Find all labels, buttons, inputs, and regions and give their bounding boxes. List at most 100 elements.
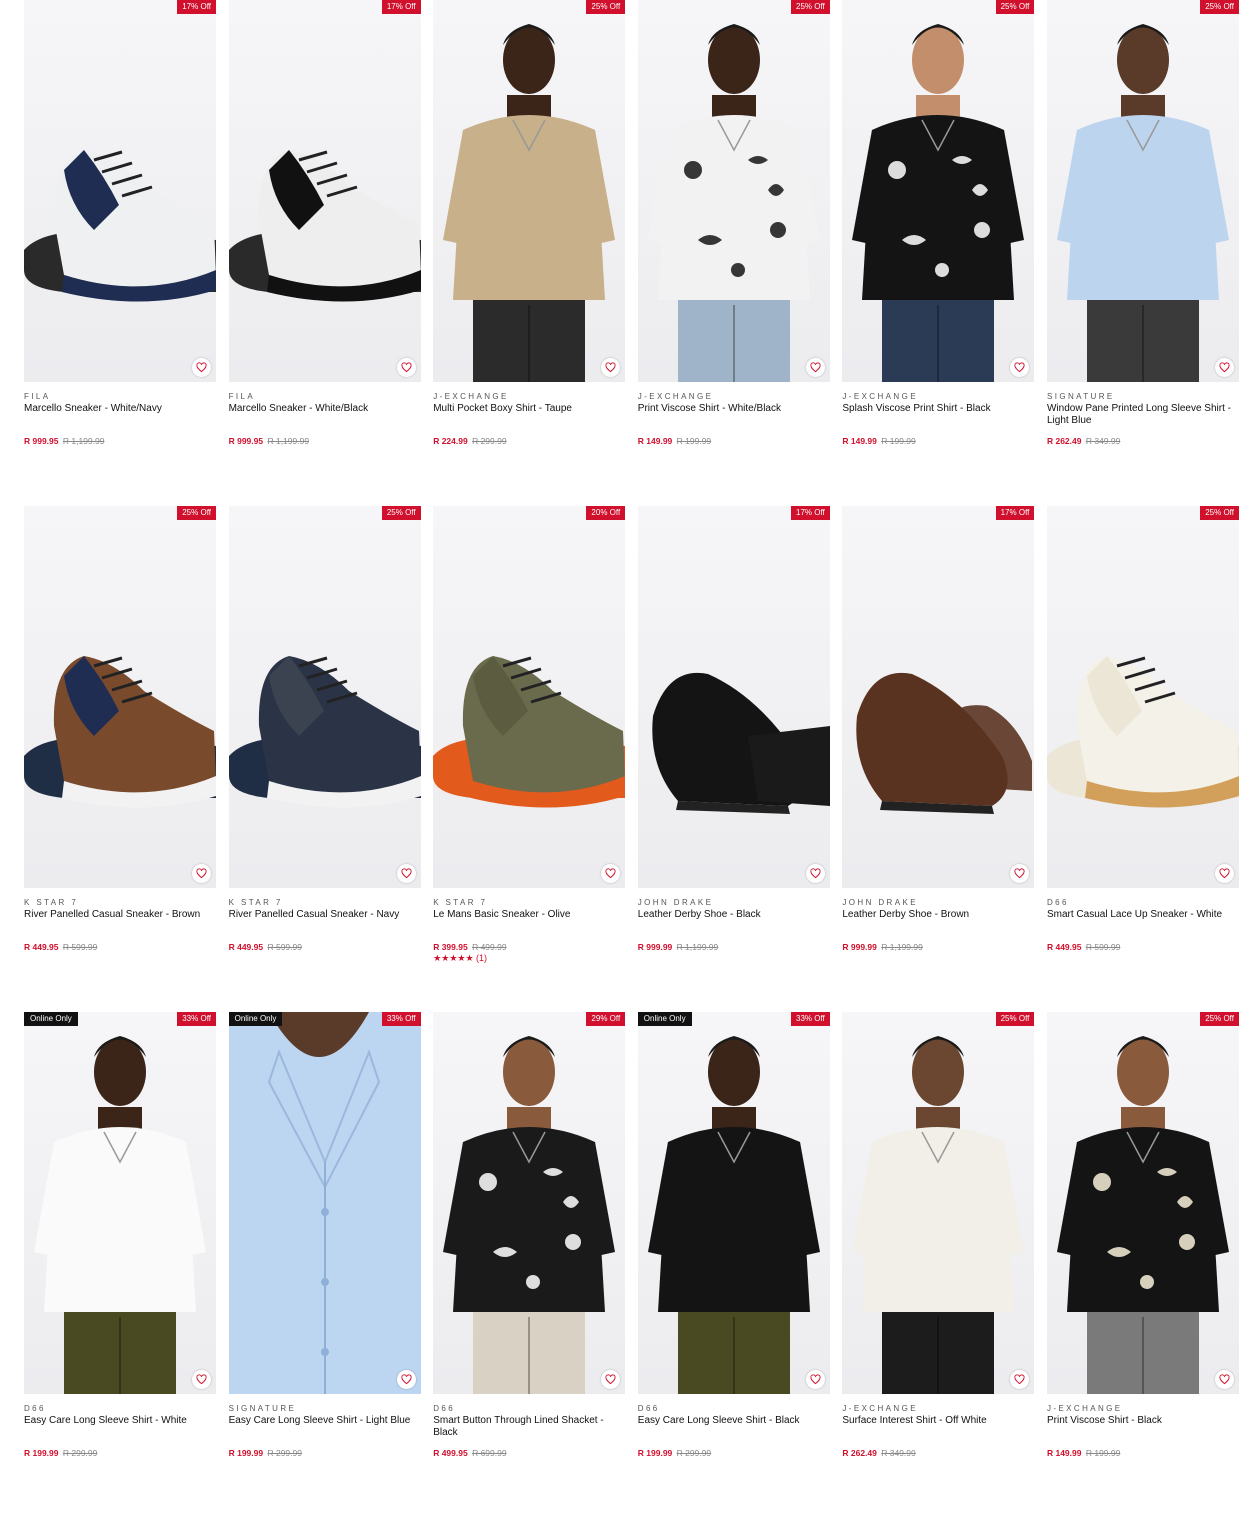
product-name[interactable]: Le Mans Basic Sneaker - Olive <box>433 909 625 933</box>
product-brand: D66 <box>433 1404 456 1413</box>
discount-badge: 17% Off <box>381 0 421 14</box>
discount-badge: 29% Off <box>586 1012 626 1026</box>
product-name[interactable]: Leather Derby Shoe - Brown <box>842 909 1034 933</box>
discount-badge: 25% Off <box>995 1012 1035 1026</box>
wishlist-heart-icon[interactable] <box>396 864 416 883</box>
rating[interactable]: ★★★★★ (1) <box>433 953 625 963</box>
product-name[interactable]: Multi Pocket Boxy Shirt - Taupe <box>433 403 625 427</box>
product-card[interactable]: 25% Off SIGNATURE Window Pane Printed Lo… <box>1046 0 1239 506</box>
product-brand: J-EXCHANGE <box>842 392 918 401</box>
wishlist-heart-icon[interactable] <box>1214 864 1234 883</box>
product-card[interactable]: 25% Off D66 Smart Casual Lace Up Sneaker… <box>1046 506 1239 1012</box>
product-name[interactable]: Surface Interest Shirt - Off White <box>842 1415 1034 1439</box>
product-name[interactable]: River Panelled Casual Sneaker - Navy <box>229 909 421 933</box>
product-card[interactable]: 25% Off K STAR 7 River Panelled Casual S… <box>24 506 216 1012</box>
product-name[interactable]: Marcello Sneaker - White/Navy <box>24 403 216 427</box>
product-card[interactable]: 25% Off K STAR 7 River Panelled Casual S… <box>228 506 421 1012</box>
product-image[interactable]: 25% Off <box>842 1012 1035 1394</box>
price-block: R 149.99 R 199.99 <box>842 436 1034 446</box>
price-block: R 224.99 R 299.99 <box>433 436 625 446</box>
wishlist-heart-icon[interactable] <box>1214 358 1234 377</box>
product-image[interactable]: 29% Off <box>433 1012 626 1394</box>
original-price: R 599.99 <box>62 942 98 952</box>
price-block: R 999.95 R 1,199.99 <box>229 436 421 446</box>
product-card[interactable]: 25% Off J-EXCHANGE Splash Viscose Print … <box>842 0 1035 506</box>
price-block: R 399.95 R 499.99 <box>433 942 625 952</box>
wishlist-heart-icon[interactable] <box>805 864 825 883</box>
product-image[interactable]: 25% Off <box>1046 1012 1239 1394</box>
product-brand: K STAR 7 <box>24 898 79 907</box>
product-card[interactable]: 25% Off J-EXCHANGE Surface Interest Shir… <box>842 1012 1035 1518</box>
product-image[interactable]: Online Only 33% Off <box>228 1012 421 1394</box>
product-image[interactable]: 25% Off <box>24 506 216 888</box>
product-image[interactable]: 17% Off <box>637 506 830 888</box>
discount-badge: 25% Off <box>1200 506 1239 520</box>
product-card[interactable]: 17% Off JOHN DRAKE Leather Derby Shoe - … <box>637 506 830 1012</box>
sale-price: R 262.49 <box>1046 436 1082 446</box>
product-image[interactable]: 25% Off <box>1046 0 1239 382</box>
product-card[interactable]: 25% Off J-EXCHANGE Print Viscose Shirt -… <box>637 0 830 506</box>
wishlist-heart-icon[interactable] <box>805 1370 825 1389</box>
product-name[interactable]: Easy Care Long Sleeve Shirt - Black <box>638 1415 830 1439</box>
price-block: R 199.99 R 299.99 <box>24 1448 216 1458</box>
product-name[interactable]: Easy Care Long Sleeve Shirt - White <box>24 1415 216 1439</box>
product-card[interactable]: 17% Off FILA Marcello Sneaker - White/Bl… <box>228 0 421 506</box>
product-card[interactable]: 29% Off D66 Smart Button Through Lined S… <box>433 1012 626 1518</box>
product-name[interactable]: Print Viscose Shirt - Black <box>1047 1415 1239 1439</box>
product-name[interactable]: River Panelled Casual Sneaker - Brown <box>24 909 216 933</box>
online-only-badge: Online Only <box>637 1012 692 1026</box>
product-image[interactable]: 17% Off <box>842 506 1035 888</box>
product-name[interactable]: Smart Casual Lace Up Sneaker - White <box>1047 909 1239 933</box>
product-image[interactable]: 20% Off <box>433 506 626 888</box>
product-image[interactable]: 25% Off <box>637 0 830 382</box>
wishlist-heart-icon[interactable] <box>396 358 416 377</box>
discount-badge: 17% Off <box>995 506 1035 520</box>
product-card[interactable]: 25% Off J-EXCHANGE Print Viscose Shirt -… <box>1046 1012 1239 1518</box>
wishlist-heart-icon[interactable] <box>192 1370 211 1389</box>
product-image[interactable]: 25% Off <box>842 0 1035 382</box>
price-block: R 449.95 R 599.99 <box>229 942 421 952</box>
product-name[interactable]: Easy Care Long Sleeve Shirt - Light Blue <box>229 1415 421 1439</box>
product-name[interactable]: Smart Button Through Lined Shacket - Bla… <box>433 1415 625 1439</box>
product-image[interactable]: 17% Off <box>228 0 421 382</box>
product-brand: D66 <box>24 1404 46 1413</box>
product-card[interactable]: 17% Off FILA Marcello Sneaker - White/Na… <box>24 0 216 506</box>
original-price: R 1,199.99 <box>267 436 310 446</box>
discount-badge: 20% Off <box>586 506 626 520</box>
product-name[interactable]: Window Pane Printed Long Sleeve Shirt - … <box>1047 403 1239 427</box>
original-price: R 349.99 <box>881 1448 916 1458</box>
product-card[interactable]: 20% Off K STAR 7 Le Mans Basic Sneaker -… <box>433 506 626 1012</box>
product-brand: J-EXCHANGE <box>842 1404 918 1413</box>
product-photo <box>24 506 216 888</box>
product-image[interactable]: Online Only 33% Off <box>24 1012 216 1394</box>
product-name[interactable]: Marcello Sneaker - White/Black <box>229 403 421 427</box>
product-card[interactable]: 25% Off J-EXCHANGE Multi Pocket Boxy Shi… <box>433 0 626 506</box>
product-image[interactable]: 25% Off <box>433 0 626 382</box>
product-card[interactable]: Online Only 33% Off D66 Easy Care Long Sl… <box>24 1012 216 1518</box>
discount-badge: 17% Off <box>177 0 216 14</box>
rating-count: (1) <box>476 953 488 963</box>
original-price: R 299.99 <box>267 1448 302 1458</box>
wishlist-heart-icon[interactable] <box>396 1370 416 1389</box>
product-name[interactable]: Splash Viscose Print Shirt - Black <box>842 403 1034 427</box>
product-brand: D66 <box>637 1404 660 1413</box>
wishlist-heart-icon[interactable] <box>805 358 825 377</box>
wishlist-heart-icon[interactable] <box>1214 1370 1234 1389</box>
product-name[interactable]: Leather Derby Shoe - Black <box>638 909 830 933</box>
product-photo <box>433 1012 626 1394</box>
price-block: R 262.49 R 349.99 <box>842 1448 1034 1458</box>
wishlist-heart-icon[interactable] <box>192 358 211 377</box>
product-image[interactable]: Online Only 33% Off <box>637 1012 830 1394</box>
product-image[interactable]: 17% Off <box>24 0 216 382</box>
sale-price: R 149.99 <box>1046 1448 1082 1458</box>
sale-price: R 149.99 <box>637 436 673 446</box>
wishlist-heart-icon[interactable] <box>192 864 211 883</box>
product-name[interactable]: Print Viscose Shirt - White/Black <box>638 403 830 427</box>
product-image[interactable]: 25% Off <box>228 506 421 888</box>
product-brand: FILA <box>24 392 51 401</box>
product-photo <box>24 1012 216 1394</box>
product-image[interactable]: 25% Off <box>1046 506 1239 888</box>
product-card[interactable]: Online Only 33% Off SIGNATURE Easy Care L… <box>228 1012 421 1518</box>
product-card[interactable]: Online Only 33% Off D66 Easy Care Long Sl… <box>637 1012 830 1518</box>
product-card[interactable]: 17% Off JOHN DRAKE Leather Derby Shoe - … <box>842 506 1035 1012</box>
